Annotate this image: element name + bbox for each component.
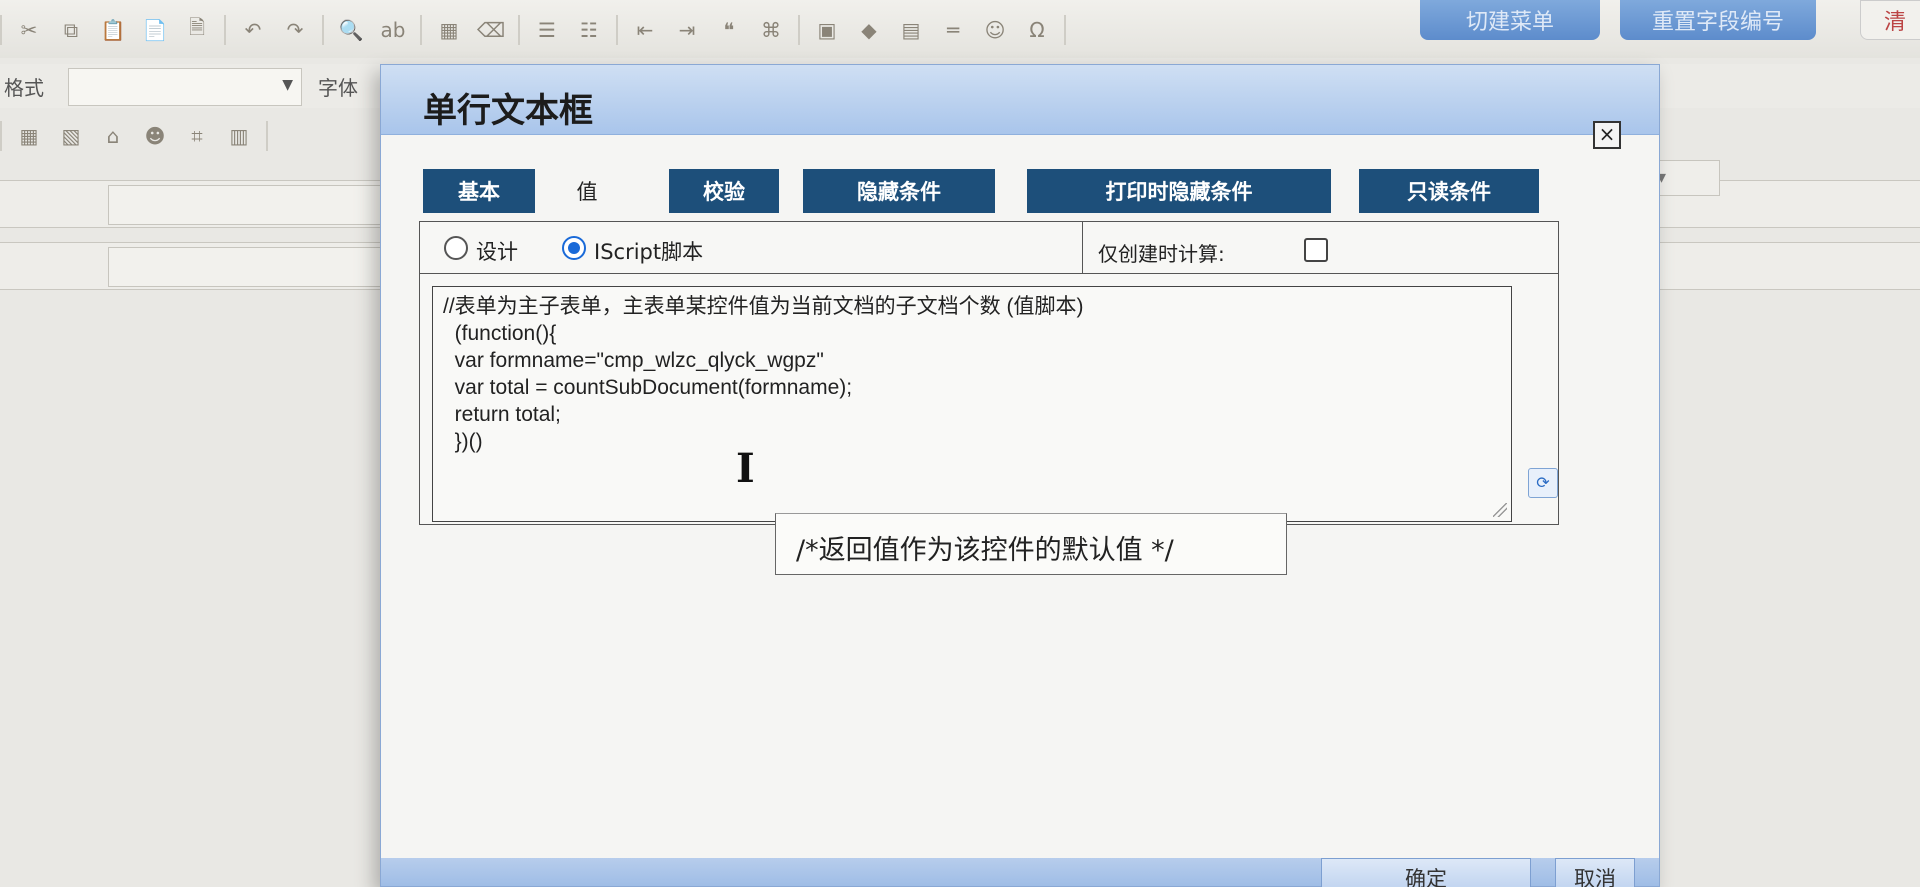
find-icon[interactable]: 🔍 <box>336 15 366 45</box>
dialog-title: 单行文本框 <box>423 91 593 131</box>
code-line: var formname="cmp_wlzc_qlyck_wgpz" <box>443 349 824 372</box>
toolbar-separator <box>420 15 422 45</box>
ok-button[interactable]: 确定 <box>1321 858 1531 887</box>
home-icon[interactable]: ⌂ <box>98 121 128 151</box>
paste-word-icon[interactable]: 🗎 <box>182 15 212 45</box>
code-line: return total; <box>443 403 561 426</box>
open-editor-icon[interactable]: ⟳ <box>1528 468 1558 498</box>
code-line: var total = countSubDocument(formname); <box>443 376 853 399</box>
code-line: })() <box>443 430 483 453</box>
value-panel: 设计 IScript脚本 仅创建时计算: //表单为主子表单，主表单某控件值为当… <box>419 221 1559 525</box>
toolbar-separator <box>0 15 2 45</box>
toolbar-separator <box>322 15 324 45</box>
text-cursor-icon: I <box>736 445 755 492</box>
calc-on-create-label: 仅创建时计算: <box>1098 242 1225 266</box>
toolbar-separator <box>0 121 2 151</box>
outdent-icon[interactable]: ⇤ <box>630 15 660 45</box>
toolbar-separator <box>518 15 520 45</box>
iscript-radio-label: IScript脚本 <box>594 240 704 264</box>
clear-button[interactable]: 清 <box>1860 0 1920 40</box>
close-button[interactable]: × <box>1593 121 1621 149</box>
flash-icon[interactable]: ◆ <box>854 15 884 45</box>
toolbar-separator <box>224 15 226 45</box>
form-grid-cell[interactable] <box>108 185 398 225</box>
design-radio[interactable] <box>444 236 468 260</box>
single-line-textbox-dialog: 单行文本框 × 基本 值 校验 隐藏条件 打印时隐藏条件 只读条件 设计 ISc… <box>380 64 1660 887</box>
cut-icon[interactable]: ✂ <box>14 15 44 45</box>
blockquote-icon[interactable]: ❝ <box>714 15 744 45</box>
paste-icon[interactable]: 📋 <box>98 15 128 45</box>
format-label: 格式 <box>4 76 44 100</box>
tab-basic[interactable]: 基本 <box>423 169 535 213</box>
table-icon[interactable]: ▤ <box>896 15 926 45</box>
code-line: //表单为主子表单，主表单某控件值为当前文档的子文档个数 (值脚本) <box>443 295 1084 318</box>
hint-tooltip: /*返回值作为该控件的默认值 */ <box>775 513 1287 575</box>
format-select[interactable]: ▼ <box>68 68 302 106</box>
editor-toolbar: ✂ ⧉ 📋 📄 🗎 ↶ ↷ 🔍 ab ▦ ⌫ ☰ ☷ ⇤ ⇥ ❝ ⌘ ▣ ◆ ▤… <box>0 0 1920 58</box>
reset-field-number-button[interactable]: 重置字段编号 <box>1620 0 1816 40</box>
mode-row: 设计 IScript脚本 仅创建时计算: <box>420 222 1558 274</box>
iscript-radio[interactable] <box>562 236 586 260</box>
indent-icon[interactable]: ⇥ <box>672 15 702 45</box>
crop-icon[interactable]: ⌗ <box>182 121 212 151</box>
tab-validation[interactable]: 校验 <box>669 169 779 213</box>
resize-grip-icon[interactable] <box>1493 503 1507 517</box>
grid-icon[interactable]: ▥ <box>224 121 254 151</box>
toolbar-row-main: ✂ ⧉ 📋 📄 🗎 ↶ ↷ 🔍 ab ▦ ⌫ ☰ ☷ ⇤ ⇥ ❝ ⌘ ▣ ◆ ▤… <box>0 10 1066 50</box>
toolbar-separator <box>266 121 268 151</box>
toolbar-separator <box>616 15 618 45</box>
undo-icon[interactable]: ↶ <box>238 15 268 45</box>
form-field-icon[interactable]: ▧ <box>56 121 86 151</box>
select-all-icon[interactable]: ▦ <box>434 15 464 45</box>
replace-icon[interactable]: ab <box>378 15 408 45</box>
menu-build-button[interactable]: 切建菜单 <box>1420 0 1600 40</box>
image-icon[interactable]: ▣ <box>812 15 842 45</box>
toolbar-separator <box>1064 15 1066 45</box>
ordered-list-icon[interactable]: ☰ <box>532 15 562 45</box>
div-container-icon[interactable]: ⌘ <box>756 15 786 45</box>
chevron-down-icon: ▼ <box>282 77 293 93</box>
smiley-icon[interactable]: ☺ <box>980 15 1010 45</box>
calc-on-create-checkbox[interactable] <box>1304 238 1328 262</box>
redo-icon[interactable]: ↷ <box>280 15 310 45</box>
special-char-icon[interactable]: Ω <box>1022 15 1052 45</box>
horizontal-rule-icon[interactable]: ═ <box>938 15 968 45</box>
code-line: (function(){ <box>443 322 557 345</box>
tab-value[interactable]: 值 <box>541 169 633 213</box>
toolbar-row-form: ▦ ▧ ⌂ ☻ ⌗ ▥ <box>0 116 268 156</box>
eraser-icon[interactable]: ⌫ <box>476 15 506 45</box>
copy-icon[interactable]: ⧉ <box>56 15 86 45</box>
mode-divider <box>1082 222 1083 274</box>
bullet-list-icon[interactable]: ☷ <box>574 15 604 45</box>
script-editor[interactable]: //表单为主子表单，主表单某控件值为当前文档的子文档个数 (值脚本) (func… <box>432 286 1512 522</box>
calendar-icon[interactable]: ▦ <box>14 121 44 151</box>
toolbar-separator <box>798 15 800 45</box>
font-label: 字体 <box>318 76 358 100</box>
tab-readonly-condition[interactable]: 只读条件 <box>1359 169 1539 213</box>
form-grid-cell[interactable] <box>108 247 398 287</box>
dialog-header: 单行文本框 <box>381 65 1659 135</box>
paste-text-icon[interactable]: 📄 <box>140 15 170 45</box>
tab-hide-condition[interactable]: 隐藏条件 <box>803 169 995 213</box>
tab-print-hide-condition[interactable]: 打印时隐藏条件 <box>1027 169 1331 213</box>
users-icon[interactable]: ☻ <box>140 121 170 151</box>
background-dropdown[interactable]: ▾ <box>1650 160 1720 196</box>
cancel-button[interactable]: 取消 <box>1555 858 1635 887</box>
design-radio-label: 设计 <box>476 240 518 264</box>
